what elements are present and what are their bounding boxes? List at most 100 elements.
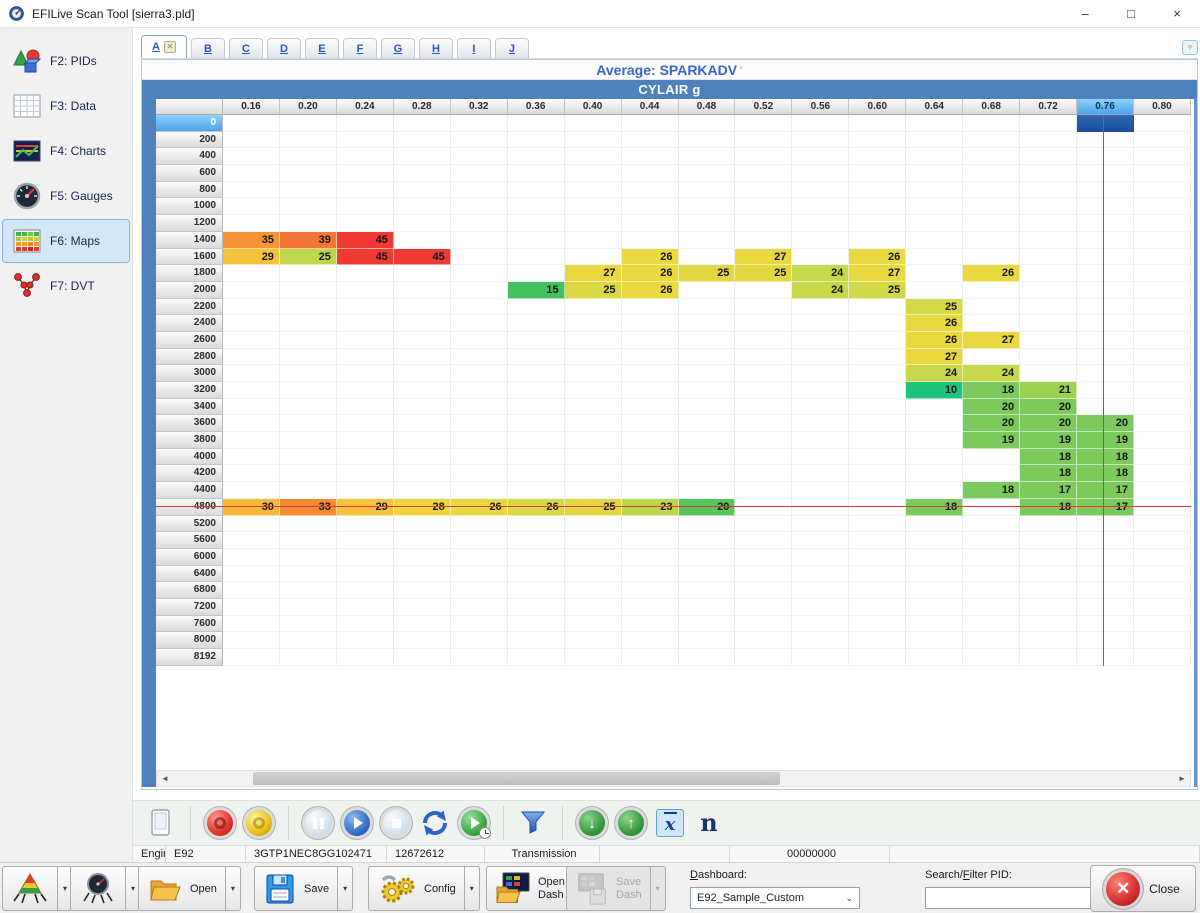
map-cell[interactable]: 35 — [223, 232, 280, 249]
map-cell[interactable] — [280, 566, 337, 583]
map-cell[interactable] — [223, 198, 280, 215]
row-header-7600[interactable]: 7600 — [156, 616, 223, 633]
map-cell[interactable] — [223, 449, 280, 466]
map-cell[interactable] — [1134, 265, 1191, 282]
map-cell[interactable] — [565, 182, 622, 199]
map-cell[interactable] — [337, 566, 394, 583]
map-cell[interactable]: 26 — [849, 249, 906, 266]
map-cell[interactable] — [1134, 516, 1191, 533]
map-cell[interactable]: 25 — [735, 265, 792, 282]
map-cell[interactable] — [451, 148, 508, 165]
map-cell[interactable] — [394, 315, 451, 332]
map-cell[interactable] — [1020, 182, 1077, 199]
sidebar-item-charts[interactable]: F4: Charts — [2, 129, 130, 173]
map-cell[interactable] — [679, 365, 736, 382]
column-header-0.20[interactable]: 0.20 — [280, 99, 337, 115]
map-cell[interactable] — [849, 115, 906, 132]
map-cell[interactable] — [337, 632, 394, 649]
map-cell[interactable] — [508, 315, 565, 332]
map-cell[interactable] — [337, 432, 394, 449]
map-cell[interactable] — [679, 115, 736, 132]
map-cell[interactable] — [1020, 282, 1077, 299]
row-header-200[interactable]: 200 — [156, 132, 223, 149]
map-cell[interactable] — [735, 115, 792, 132]
config-dropdown-icon[interactable]: ▾ — [465, 866, 480, 911]
map-cell[interactable] — [280, 315, 337, 332]
map-cell[interactable]: 45 — [337, 249, 394, 266]
tab-c[interactable]: C — [229, 38, 263, 58]
map-cell[interactable] — [679, 198, 736, 215]
map-cell[interactable] — [906, 566, 963, 583]
map-cell[interactable] — [963, 532, 1020, 549]
map-cell[interactable] — [337, 215, 394, 232]
map-cell[interactable] — [849, 382, 906, 399]
play-icon[interactable] — [341, 807, 373, 839]
row-header-5200[interactable]: 5200 — [156, 516, 223, 533]
map-cell[interactable] — [337, 465, 394, 482]
map-cell[interactable] — [394, 282, 451, 299]
map-cell[interactable] — [849, 315, 906, 332]
map-cell[interactable] — [679, 549, 736, 566]
tab-g[interactable]: G — [381, 38, 415, 58]
row-header-6800[interactable]: 6800 — [156, 582, 223, 599]
maximize-icon[interactable]: □ — [1108, 0, 1154, 28]
column-header-0.56[interactable]: 0.56 — [792, 99, 849, 115]
map-cell[interactable] — [394, 365, 451, 382]
map-cell[interactable] — [565, 382, 622, 399]
map-cell[interactable] — [565, 649, 622, 666]
map-cell[interactable] — [735, 599, 792, 616]
map-cell[interactable] — [508, 632, 565, 649]
map-cell[interactable] — [1134, 465, 1191, 482]
map-cell[interactable] — [394, 632, 451, 649]
map-cell[interactable] — [735, 365, 792, 382]
map-cell[interactable] — [679, 649, 736, 666]
map-cell[interactable] — [906, 182, 963, 199]
map-cell[interactable] — [337, 165, 394, 182]
map-cell[interactable] — [1134, 599, 1191, 616]
map-cell[interactable]: 30 — [223, 499, 280, 516]
map-cell[interactable] — [622, 132, 679, 149]
map-cell[interactable] — [451, 198, 508, 215]
scroll-right-icon[interactable]: ► — [1174, 771, 1190, 786]
map-cell[interactable] — [792, 132, 849, 149]
map-cell[interactable] — [679, 315, 736, 332]
map-cell[interactable] — [963, 232, 1020, 249]
map-cell[interactable] — [1020, 599, 1077, 616]
map-cell[interactable] — [394, 432, 451, 449]
map-cell[interactable] — [622, 382, 679, 399]
map-cell[interactable] — [280, 599, 337, 616]
sidebar-item-maps[interactable]: F6: Maps — [2, 219, 130, 263]
map-cell[interactable] — [223, 315, 280, 332]
map-cell[interactable] — [451, 482, 508, 499]
map-cell[interactable] — [451, 449, 508, 466]
map-cell[interactable] — [223, 566, 280, 583]
row-header-2000[interactable]: 2000 — [156, 282, 223, 299]
map-cell[interactable] — [451, 115, 508, 132]
map-cell[interactable] — [735, 132, 792, 149]
map-cell[interactable] — [565, 566, 622, 583]
map-cell[interactable] — [1134, 349, 1191, 366]
map-cell[interactable] — [451, 566, 508, 583]
map-cell[interactable] — [1134, 432, 1191, 449]
map-cell[interactable]: 18 — [1077, 465, 1134, 482]
map-cell[interactable] — [735, 198, 792, 215]
map-cell[interactable] — [792, 415, 849, 432]
map-cell[interactable] — [565, 632, 622, 649]
map-cell[interactable] — [679, 566, 736, 583]
map-cell[interactable] — [508, 349, 565, 366]
map-cell[interactable] — [1134, 549, 1191, 566]
map-cell[interactable] — [849, 616, 906, 633]
dashboard-select[interactable]: E92_Sample_Custom ⌄ — [690, 887, 860, 909]
tab-e[interactable]: E — [305, 38, 339, 58]
map-cell[interactable] — [1077, 349, 1134, 366]
map-cell[interactable] — [906, 649, 963, 666]
map-cell[interactable]: 26 — [622, 282, 679, 299]
map-cell[interactable] — [963, 215, 1020, 232]
map-cell[interactable]: 19 — [963, 432, 1020, 449]
map-cell[interactable] — [565, 132, 622, 149]
map-cell[interactable] — [963, 632, 1020, 649]
map-cell[interactable] — [1134, 399, 1191, 416]
map-cell[interactable] — [792, 115, 849, 132]
row-header-3000[interactable]: 3000 — [156, 365, 223, 382]
map-cell[interactable] — [394, 299, 451, 316]
